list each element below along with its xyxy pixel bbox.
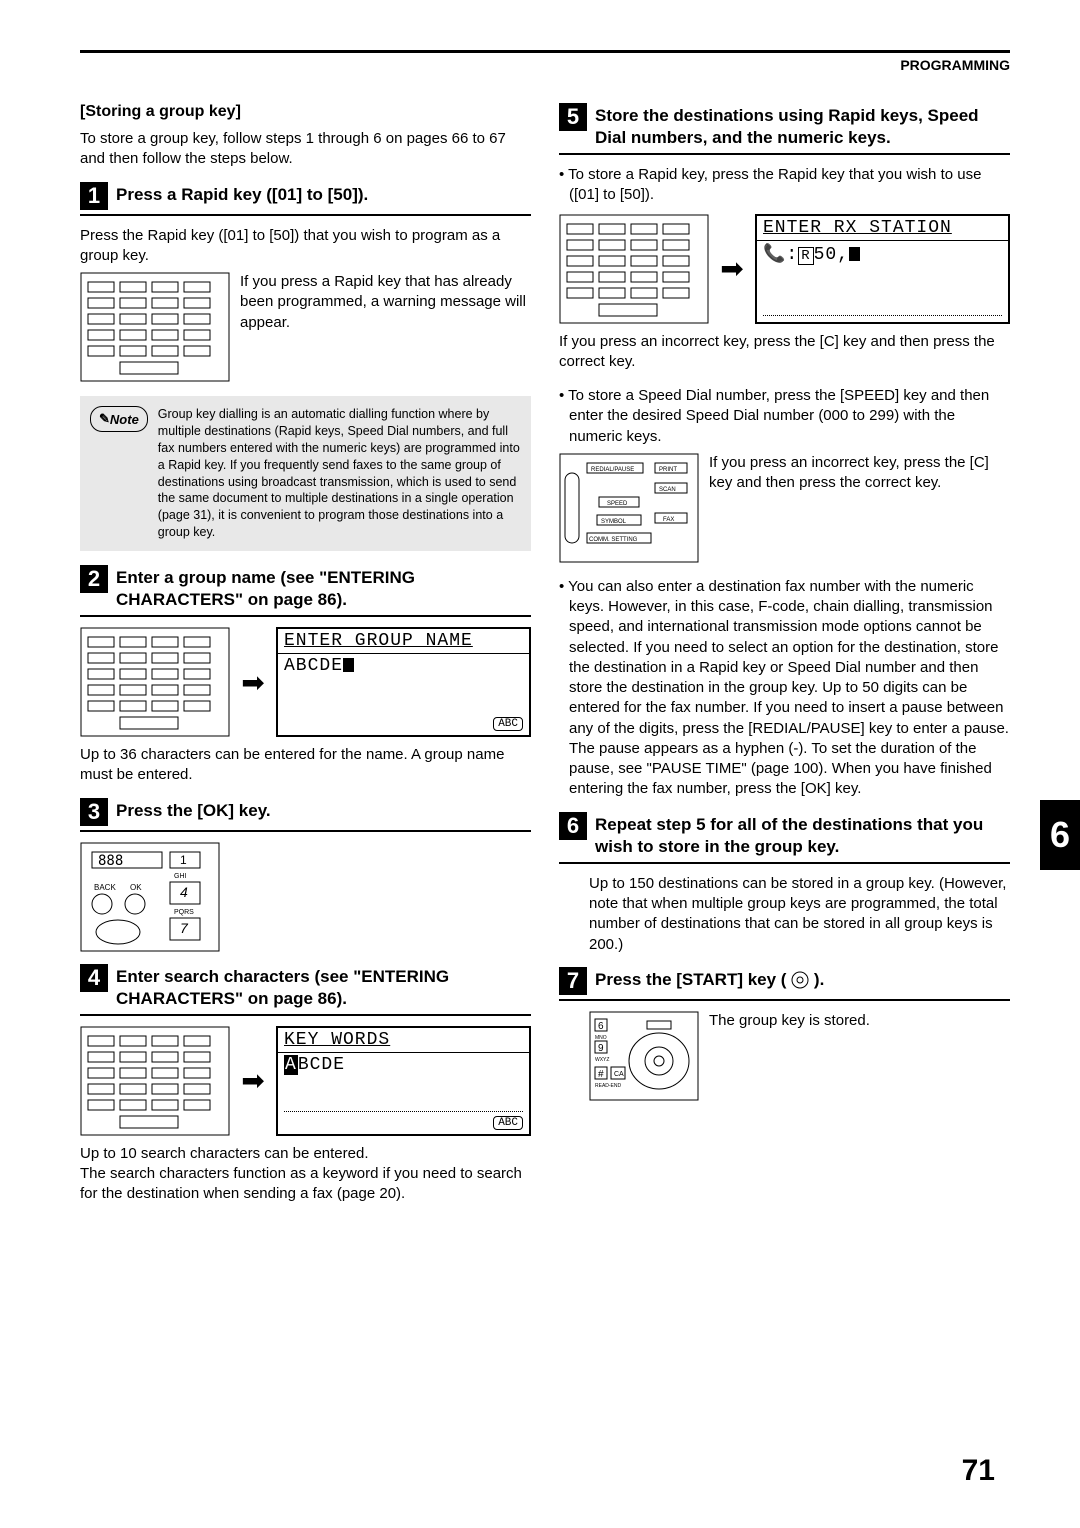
step-number-5: 5: [559, 103, 587, 131]
step-1-body: Press the Rapid key ([01] to [50]) that …: [80, 226, 531, 267]
rapid-key-panel-illustration: [559, 214, 709, 324]
step-4-row: 4 Enter search characters (see "ENTERING…: [80, 964, 531, 1016]
speed-key-panel-illustration: REDIAL/PAUSE PRINT SCAN SPEED FAX SYMBOL…: [559, 453, 699, 563]
step-number-1: 1: [80, 182, 108, 210]
step-5-bullet-3: You can also enter a destination fax num…: [569, 577, 1010, 800]
lcd-line-2: ABCDE: [278, 1053, 529, 1077]
step-5-title: Store the destinations using Rapid keys,…: [595, 103, 1010, 149]
step-7-row: 7 Press the [START] key ( ).: [559, 967, 1010, 1001]
step-4-title: Enter search characters (see "ENTERING C…: [116, 964, 531, 1010]
left-column: [Storing a group key] To store a group k…: [80, 103, 531, 1205]
svg-text:6: 6: [598, 1021, 604, 1032]
ok-key-illustration: 888 1 4 GHI 7 PQRS BACK OK: [80, 842, 220, 952]
lcd-line-1: ENTER RX STATION: [757, 216, 1008, 241]
step-1-row: 1 Press a Rapid key ([01] to [50]).: [80, 182, 531, 216]
step-1-side-note: If you press a Rapid key that has alread…: [240, 272, 531, 333]
step-number-2: 2: [80, 565, 108, 593]
svg-text:SCAN: SCAN: [659, 487, 676, 493]
svg-text:SPEED: SPEED: [607, 501, 628, 507]
svg-text:COMM. SETTING: COMM. SETTING: [589, 537, 638, 543]
svg-text:CA: CA: [614, 1071, 624, 1078]
page-number: 71: [962, 1454, 995, 1488]
lcd-line-2: 📞:R50,: [757, 241, 1008, 267]
step-2-title: Enter a group name (see "ENTERING CHARAC…: [116, 565, 531, 611]
rapid-key-panel-illustration: [80, 272, 230, 382]
note-box: Note Group key dialling is an automatic …: [80, 396, 531, 551]
svg-text:BACK: BACK: [94, 883, 116, 892]
step-3-title: Press the [OK] key.: [116, 798, 271, 822]
svg-text:9: 9: [598, 1043, 604, 1054]
step-7-title: Press the [START] key ( ).: [595, 967, 824, 991]
lcd-line-2: ABCDE: [278, 654, 529, 678]
step-5-bullet-2: To store a Speed Dial number, press the …: [569, 386, 1010, 447]
step-6-row: 6 Repeat step 5 for all of the destinati…: [559, 812, 1010, 864]
rapid-key-panel-illustration: [80, 1026, 230, 1136]
rapid-key-panel-illustration: [80, 627, 230, 737]
svg-text:GHI: GHI: [174, 873, 187, 880]
note-body: Group key dialling is an automatic diall…: [158, 406, 521, 541]
step-3-row: 3 Press the [OK] key.: [80, 798, 531, 832]
arrow-right-icon: ➡: [238, 627, 268, 737]
step-number-6: 6: [559, 812, 587, 840]
chapter-tab: 6: [1040, 800, 1080, 870]
step-6-title: Repeat step 5 for all of the destination…: [595, 812, 1010, 858]
svg-text:PRINT: PRINT: [659, 467, 677, 473]
svg-text:1: 1: [180, 853, 187, 867]
svg-text:WXYZ: WXYZ: [595, 1057, 609, 1063]
arrow-right-icon: ➡: [717, 214, 747, 324]
step-number-3: 3: [80, 798, 108, 826]
svg-text:#: #: [598, 1069, 604, 1080]
svg-text:READ-END: READ-END: [595, 1083, 622, 1089]
lcd-enter-rx-station: ENTER RX STATION 📞:R50,: [755, 214, 1010, 324]
lcd-enter-group-name: ENTER GROUP NAME ABCDE ABC: [276, 627, 531, 737]
lcd-key-words: KEY WORDS ABCDE ABC: [276, 1026, 531, 1136]
svg-text:MNO: MNO: [595, 1035, 607, 1041]
storing-group-key-intro: To store a group key, follow steps 1 thr…: [80, 129, 531, 170]
lcd-line-1: ENTER GROUP NAME: [278, 629, 529, 654]
step-6-body: Up to 150 destinations can be stored in …: [589, 874, 1010, 955]
svg-text:REDIAL/PAUSE: REDIAL/PAUSE: [591, 467, 634, 473]
step-2-after: Up to 36 characters can be entered for t…: [80, 745, 531, 786]
svg-text:SYMBOL: SYMBOL: [601, 519, 627, 525]
step-5-side-2: If you press an incorrect key, press the…: [709, 453, 1010, 494]
svg-text:7: 7: [180, 920, 189, 936]
step-1-title: Press a Rapid key ([01] to [50]).: [116, 182, 368, 206]
step-number-4: 4: [80, 964, 108, 992]
step-2-row: 2 Enter a group name (see "ENTERING CHAR…: [80, 565, 531, 617]
note-label: Note: [90, 406, 148, 432]
step-4-after: Up to 10 search characters can be entere…: [80, 1144, 531, 1205]
section-header: PROGRAMMING: [80, 57, 1010, 73]
lcd-mode-badge: ABC: [493, 717, 523, 731]
svg-text:OK: OK: [130, 883, 142, 892]
svg-text:PQRS: PQRS: [174, 909, 194, 916]
svg-text:FAX: FAX: [663, 517, 674, 523]
lcd-line-1: KEY WORDS: [278, 1028, 529, 1053]
start-key-illustration: 6 9 MNO WXYZ # CA READ-END: [589, 1011, 699, 1101]
arrow-right-icon: ➡: [238, 1026, 268, 1136]
svg-text:4: 4: [180, 884, 188, 900]
step-7-body: The group key is stored.: [709, 1011, 1010, 1031]
svg-text:888: 888: [98, 853, 123, 869]
step-5-after-1: If you press an incorrect key, press the…: [559, 332, 1010, 373]
step-number-7: 7: [559, 967, 587, 995]
lcd-mode-badge: ABC: [493, 1116, 523, 1130]
right-column: 5 Store the destinations using Rapid key…: [559, 103, 1010, 1205]
storing-group-key-heading: [Storing a group key]: [80, 103, 531, 121]
step-5-bullet-1: To store a Rapid key, press the Rapid ke…: [569, 165, 1010, 206]
step-5-row: 5 Store the destinations using Rapid key…: [559, 103, 1010, 155]
